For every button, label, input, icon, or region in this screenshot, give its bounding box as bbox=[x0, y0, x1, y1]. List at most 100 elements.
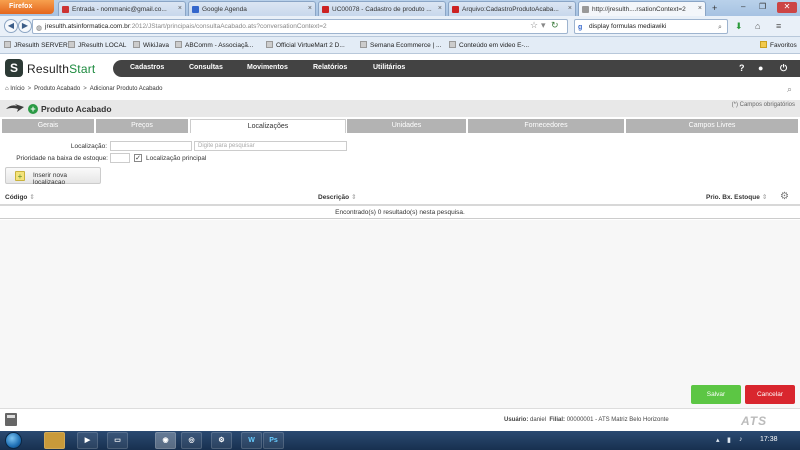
save-button[interactable]: Salvar bbox=[691, 385, 741, 404]
search-icon[interactable]: ⌕ bbox=[718, 24, 722, 32]
firefox-icon[interactable]: ◉ bbox=[155, 432, 176, 449]
localizacao-search-input[interactable]: Digite para pesquisar bbox=[194, 141, 347, 151]
word-icon[interactable]: W bbox=[241, 432, 262, 449]
explorer-icon[interactable] bbox=[44, 432, 65, 449]
browser-tab-label: Arquivo:CadastroProdutoAcaba... bbox=[462, 6, 559, 13]
close-tab-icon[interactable]: × bbox=[438, 5, 442, 12]
bookmark-label: ABComm - Associaçã... bbox=[185, 42, 254, 49]
bookmark-item[interactable]: Semana Ecommerce | ... bbox=[360, 41, 441, 49]
menu-movimentos[interactable]: Movimentos bbox=[247, 64, 288, 71]
forward-arrow-icon[interactable]: ▶ bbox=[18, 19, 32, 33]
bookmark-item[interactable]: ABComm - Associaçã... bbox=[175, 41, 253, 49]
folder-icon[interactable]: ▭ bbox=[107, 432, 128, 449]
gear-icon[interactable]: ⚙ bbox=[780, 191, 789, 202]
column-label: Prio. Bx. Estoque bbox=[706, 194, 760, 201]
column-prio-bx-estoque[interactable]: Prio. Bx. Estoque ⇕ bbox=[706, 193, 767, 201]
close-tab-icon[interactable]: × bbox=[698, 5, 702, 12]
dropdown-icon[interactable]: ▾ bbox=[541, 20, 546, 31]
bookmark-item[interactable]: WikiJava bbox=[133, 41, 169, 49]
tab-campos-livres[interactable]: Campos Livres bbox=[626, 119, 798, 133]
home-icon[interactable]: ⌂ bbox=[755, 21, 760, 31]
chrome-icon[interactable]: ◎ bbox=[181, 432, 202, 449]
page-icon bbox=[360, 41, 367, 48]
tab-unidades[interactable]: Unidades bbox=[347, 119, 467, 133]
reload-icon[interactable]: ↻ bbox=[551, 20, 559, 31]
new-tab-button[interactable]: + bbox=[712, 3, 717, 13]
help-icon[interactable]: ? bbox=[739, 63, 745, 73]
prioridade-input[interactable] bbox=[110, 153, 130, 163]
browser-tab-uc00078[interactable]: UC00078 - Cadastro de produto ... × bbox=[318, 1, 446, 16]
bookmark-star-icon[interactable]: ☆ bbox=[530, 20, 538, 31]
bookmark-label: Conteúdo em video E-... bbox=[459, 42, 530, 49]
bookmark-item[interactable]: Official VirtueMart 2 D... bbox=[266, 41, 345, 49]
tab-fornecedores[interactable]: Fornecedores bbox=[468, 119, 625, 133]
column-descricao[interactable]: Descrição ⇕ bbox=[318, 193, 357, 201]
network-icon[interactable]: ▮ bbox=[727, 436, 731, 444]
tray-chevron-icon[interactable]: ▴ bbox=[716, 436, 720, 444]
localizacao-code-input[interactable] bbox=[110, 141, 192, 151]
browser-tab-jresulth[interactable]: http://jresulth....rsationContext=2 × bbox=[578, 1, 706, 16]
settings-icon[interactable]: ⚙ bbox=[211, 432, 232, 449]
volume-icon[interactable]: ♪ bbox=[739, 436, 743, 443]
power-icon[interactable]: ⏻ bbox=[780, 63, 787, 74]
cancel-button[interactable]: Cancelar bbox=[745, 385, 795, 404]
search-value: display formulas mediawiki bbox=[589, 23, 667, 30]
bookmark-item[interactable]: Conteúdo em video E-... bbox=[449, 41, 529, 49]
user-icon[interactable]: ● bbox=[758, 63, 763, 73]
close-tab-icon[interactable]: × bbox=[308, 5, 312, 12]
page-title: Produto Acabado bbox=[41, 104, 112, 114]
back-icon[interactable] bbox=[5, 104, 25, 113]
content-area bbox=[0, 220, 800, 408]
breadcrumb: ⌂ Início > Produto Acabado > Adicionar Produ… bbox=[5, 86, 163, 92]
menu-consultas[interactable]: Consultas bbox=[189, 64, 223, 71]
browser-tab-arquivo[interactable]: Arquivo:CadastroProdutoAcaba... × bbox=[448, 1, 576, 16]
gmail-icon bbox=[62, 6, 69, 13]
firefox-menu-button[interactable]: Firefox bbox=[0, 0, 54, 14]
logo-start: Start bbox=[69, 62, 96, 76]
menu-cadastros[interactable]: Cadastros bbox=[130, 64, 164, 71]
start-button[interactable] bbox=[5, 432, 22, 449]
restore-icon[interactable]: ❐ bbox=[759, 2, 766, 11]
minimize-icon[interactable]: – bbox=[741, 2, 745, 11]
tab-localizacoes[interactable]: Localizações bbox=[190, 119, 346, 133]
globe-icon: ◍ bbox=[36, 25, 43, 32]
close-window-icon[interactable]: ✕ bbox=[777, 2, 797, 13]
back-arrow-icon[interactable]: ◀ bbox=[4, 19, 18, 33]
close-tab-icon[interactable]: × bbox=[178, 5, 182, 12]
breadcrumb-produto-acabado[interactable]: Produto Acabado bbox=[34, 86, 80, 92]
menu-relatorios[interactable]: Relatórios bbox=[313, 64, 347, 71]
tab-gerais[interactable]: Gerais bbox=[2, 119, 95, 133]
column-codigo[interactable]: Código ⇕ bbox=[5, 193, 35, 201]
search-icon[interactable]: ⌕ bbox=[787, 84, 792, 95]
page-icon bbox=[4, 41, 11, 48]
address-bar[interactable]: ◍ jresulth.atsinformatica.com.br:2012/JS… bbox=[32, 19, 568, 34]
branch-name: 00000001 - ATS Matriz Belo Horizonte bbox=[566, 417, 669, 423]
download-icon[interactable]: ⬇ bbox=[735, 21, 743, 32]
close-tab-icon[interactable]: × bbox=[568, 5, 572, 12]
menu-utilitarios[interactable]: Utilitários bbox=[373, 64, 405, 71]
app-footer: Usuário: daniel Filial: 00000001 - ATS M… bbox=[0, 408, 800, 431]
bookmark-item[interactable]: JResulth SERVER bbox=[4, 41, 68, 49]
logo-brand: Resulth bbox=[27, 62, 70, 76]
tab-precos[interactable]: Preços bbox=[96, 119, 189, 133]
star-folder-icon bbox=[760, 41, 767, 48]
localizacao-principal-checkbox[interactable]: ✓ bbox=[134, 154, 142, 162]
google-icon: g bbox=[578, 24, 583, 31]
media-player-icon[interactable]: ▶ bbox=[77, 432, 98, 449]
photoshop-icon[interactable]: Ps bbox=[263, 432, 284, 449]
sort-icon: ⇕ bbox=[761, 194, 768, 201]
browser-tab-gmail[interactable]: Entrada - nommanic@gmail.co... × bbox=[58, 1, 186, 16]
required-note: (*) Campos obrigatórios bbox=[731, 102, 795, 108]
bookmark-item[interactable]: JResulth LOCAL bbox=[68, 41, 126, 49]
calculator-icon[interactable] bbox=[5, 413, 17, 426]
menu-icon[interactable]: ≡ bbox=[776, 21, 781, 31]
browser-tab-label: Google Agenda bbox=[202, 6, 247, 13]
browser-tab-calendar[interactable]: Google Agenda × bbox=[188, 1, 316, 16]
insert-localizacao-button[interactable]: + Inserir nova localizacao bbox=[5, 167, 101, 186]
breadcrumb-home[interactable]: Início bbox=[10, 86, 24, 92]
clock[interactable]: 17:38 bbox=[760, 436, 778, 443]
bookmarks-menu[interactable]: Favoritos bbox=[760, 41, 797, 49]
search-bar[interactable]: g display formulas mediawiki ⌕ bbox=[574, 19, 728, 34]
localizacao-label: Localização: bbox=[70, 143, 107, 150]
add-icon[interactable]: + bbox=[28, 104, 38, 114]
